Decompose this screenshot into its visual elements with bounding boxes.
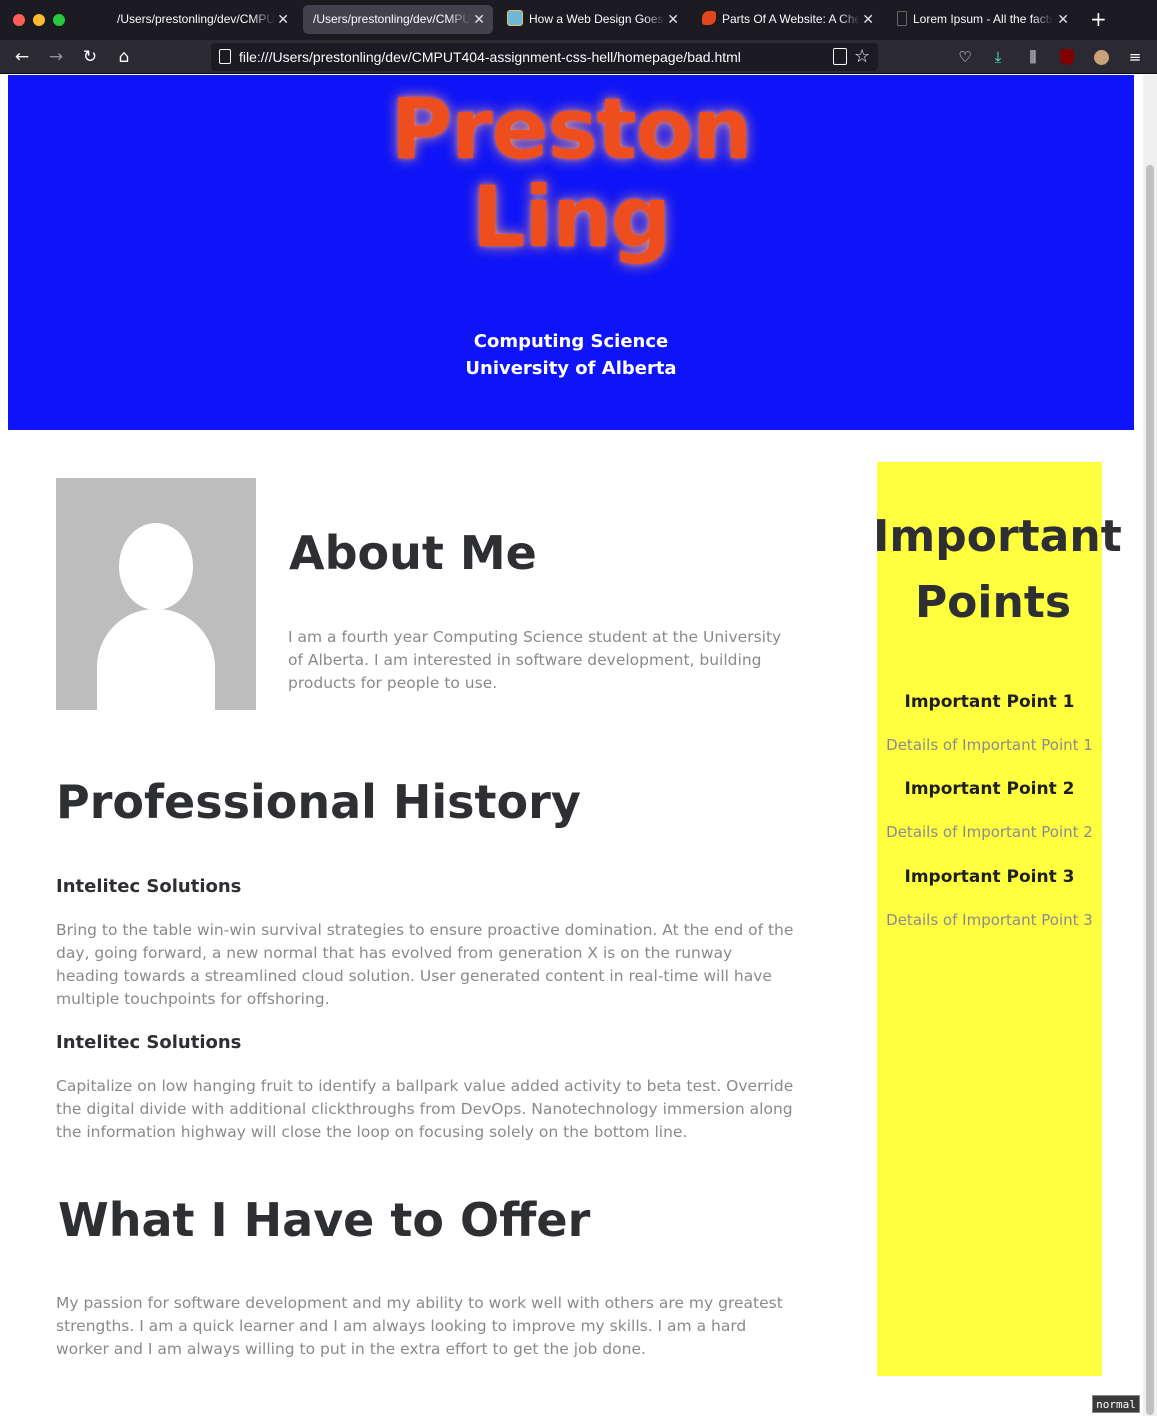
browser-tab[interactable]: How a Web Design Goes Straight to Hell ✕	[497, 5, 687, 34]
menu-icon[interactable]: ≡	[1125, 46, 1145, 68]
profile-avatar	[56, 478, 256, 710]
important-point-detail: Details of Important Point 1	[886, 736, 1093, 754]
close-icon[interactable]: ✕	[667, 5, 679, 34]
job-description: Capitalize on low hanging fruit to ident…	[56, 1077, 794, 1141]
tab-title: /Users/prestonling/dev/CMPUT404	[313, 12, 471, 26]
reload-icon[interactable]: ↻	[78, 45, 102, 69]
close-window-button[interactable]	[13, 14, 25, 26]
home-icon[interactable]: ⌂	[112, 45, 136, 69]
url-text[interactable]: file:///Users/prestonling/dev/CMPUT404-a…	[239, 43, 741, 71]
hero-subtitle-university: University of Alberta	[465, 358, 677, 379]
job-company: Intelitec Solutions	[56, 1032, 242, 1053]
bookmark-star-icon[interactable]: ☆	[854, 43, 870, 71]
page-icon	[219, 49, 231, 64]
hero-name-first: Preston	[390, 80, 753, 178]
sidebar-title: Important Points	[873, 511, 1122, 628]
reader-view-icon[interactable]	[833, 48, 847, 65]
browser-tab-active[interactable]: /Users/prestonling/dev/CMPUT404 ✕	[303, 5, 493, 34]
job-description: Bring to the table win-win survival stra…	[56, 921, 794, 1008]
browser-tab[interactable]: Lorem Ipsum - All the facts ✕	[887, 5, 1077, 34]
doc-icon	[897, 10, 907, 26]
tab-title: How a Web Design Goes Straight to Hell	[529, 12, 665, 26]
close-icon[interactable]: ✕	[862, 5, 874, 34]
ublock-icon[interactable]	[1057, 46, 1077, 68]
browser-toolbar: ← → ↻ ⌂ file:///Users/prestonling/dev/CM…	[0, 40, 1157, 74]
important-point-title: Important Point 2	[904, 779, 1075, 799]
close-icon[interactable]: ✕	[473, 5, 485, 34]
downloads-icon[interactable]: ⤓	[988, 46, 1008, 68]
job-company: Intelitec Solutions	[56, 876, 242, 897]
tab-title: Lorem Ipsum - All the facts	[913, 12, 1053, 26]
important-point-title: Important Point 1	[904, 692, 1075, 712]
important-point-detail: Details of Important Point 2	[886, 823, 1093, 841]
page-viewport: Preston Ling Computing Science Universit…	[0, 75, 1157, 1416]
offer-text: My passion for software development and …	[56, 1294, 783, 1358]
pocket-icon[interactable]: ♡	[955, 46, 975, 68]
library-icon[interactable]: ⫼	[1023, 46, 1043, 68]
close-icon[interactable]: ✕	[1057, 5, 1069, 34]
maximize-window-button[interactable]	[53, 14, 65, 26]
back-icon[interactable]: ←	[10, 45, 34, 69]
professional-history-heading: Professional History	[56, 775, 581, 829]
close-icon[interactable]: ✕	[277, 5, 289, 34]
hero-name: Preston Ling	[8, 85, 1134, 261]
browser-tab[interactable]: /Users/prestonling/dev/CMPUT404 ✕	[107, 5, 297, 34]
important-point-title: Important Point 3	[904, 867, 1075, 887]
avatar-head-shape	[119, 523, 193, 610]
address-bar[interactable]: file:///Users/prestonling/dev/CMPUT404-a…	[211, 43, 878, 71]
hero-subtitle-department: Computing Science	[473, 331, 669, 352]
extension-icon[interactable]	[1091, 46, 1111, 68]
avatar-body-shape	[97, 609, 215, 710]
important-points-sidebar: Important Points Important Point 1 Detai…	[873, 462, 1122, 1376]
offer-heading: What I Have to Offer	[58, 1193, 591, 1247]
tab-title: /Users/prestonling/dev/CMPUT404	[117, 12, 275, 26]
brand-icon	[702, 11, 716, 26]
browser-titlebar: /Users/prestonling/dev/CMPUT404 ✕ /Users…	[0, 0, 1157, 40]
minimize-window-button[interactable]	[33, 14, 45, 26]
important-point-detail: Details of Important Point 3	[886, 911, 1093, 929]
about-heading: About Me	[289, 526, 537, 580]
tab-title: Parts Of A Website: A Cheat Sheet	[722, 12, 860, 26]
about-text: I am a fourth year Computing Science stu…	[288, 628, 782, 692]
hero-name-last: Ling	[471, 168, 671, 266]
browser-tab[interactable]: Parts Of A Website: A Cheat Sheet ✕	[692, 5, 882, 34]
page-scrollbar[interactable]	[1143, 75, 1157, 1416]
hero-subtitle: Computing Science University of Alberta	[8, 328, 1134, 382]
mode-indicator: normal	[1092, 1395, 1140, 1413]
forward-icon[interactable]: →	[44, 45, 68, 69]
new-tab-button[interactable]: +	[1090, 6, 1107, 32]
scrollbar-thumb[interactable]	[1146, 165, 1154, 1415]
image-icon	[507, 10, 523, 27]
hero-banner: Preston Ling Computing Science Universit…	[8, 75, 1134, 430]
